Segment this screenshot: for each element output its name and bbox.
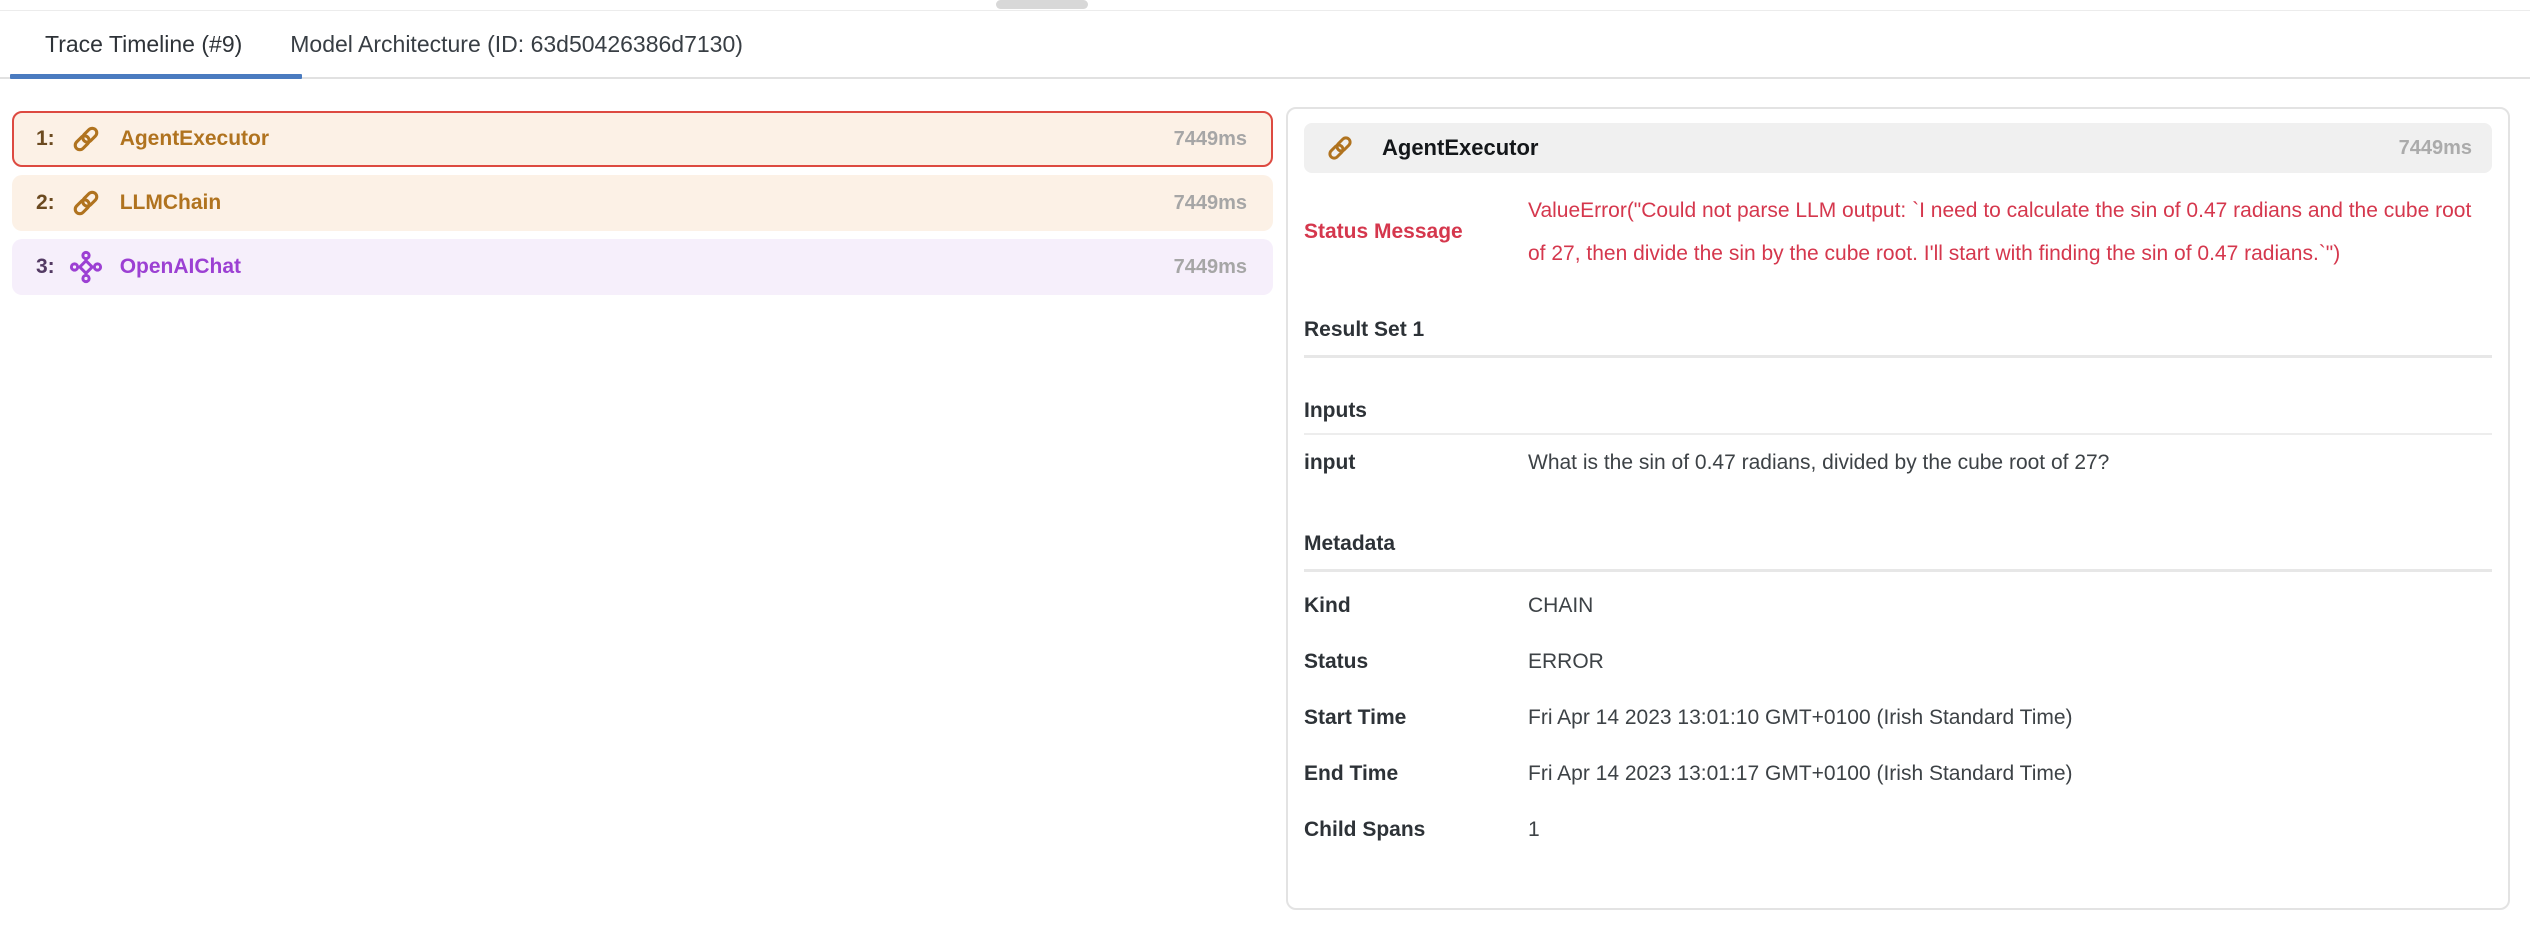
status-message-label: Status Message — [1304, 220, 1528, 244]
metadata-row-end-time: End Time Fri Apr 14 2023 13:01:17 GMT+01… — [1304, 746, 2492, 802]
span-index: 3: — [36, 255, 55, 279]
metadata-value: ERROR — [1528, 650, 2492, 674]
metadata-row-status: Status ERROR — [1304, 634, 2492, 690]
status-message-row: Status Message ValueError("Could not par… — [1304, 189, 2492, 275]
detail-header: AgentExecutor 7449ms — [1304, 123, 2492, 173]
top-scrollbar-fragment — [996, 0, 1088, 9]
span-index: 2: — [36, 191, 55, 215]
span-duration: 7449ms — [1174, 128, 1247, 151]
metadata-key: Status — [1304, 650, 1528, 674]
section-divider — [1304, 355, 2492, 358]
tab-bar: Trace Timeline (#9) Model Architecture (… — [0, 11, 2530, 79]
inputs-heading: Inputs — [1304, 398, 2492, 424]
detail-title: AgentExecutor — [1382, 135, 1538, 161]
section-divider — [1304, 569, 2492, 572]
active-tab-underline — [10, 74, 302, 79]
span-name: LLMChain — [120, 191, 221, 215]
metadata-key: Child Spans — [1304, 818, 1528, 842]
detail-duration: 7449ms — [2399, 137, 2472, 160]
trace-span-list: 1: AgentExecutor 7449ms 2: LLMChain 7449… — [12, 111, 1273, 303]
llm-node-icon — [69, 250, 103, 284]
span-index: 1: — [36, 127, 55, 151]
input-key: input — [1304, 451, 1528, 475]
span-name: OpenAIChat — [120, 255, 241, 279]
metadata-table: Kind CHAIN Status ERROR Start Time Fri A… — [1304, 578, 2492, 858]
chain-link-icon — [69, 186, 103, 220]
metadata-row-kind: Kind CHAIN — [1304, 578, 2492, 634]
status-message-value: ValueError("Could not parse LLM output: … — [1528, 189, 2492, 275]
chain-link-icon — [69, 122, 103, 156]
metadata-value: CHAIN — [1528, 594, 2492, 618]
tab-trace-timeline[interactable]: Trace Timeline (#9) — [45, 31, 242, 58]
input-row: input What is the sin of 0.47 radians, d… — [1304, 435, 2492, 491]
metadata-value: Fri Apr 14 2023 13:01:10 GMT+0100 (Irish… — [1528, 706, 2492, 730]
span-row-agentexecutor[interactable]: 1: AgentExecutor 7449ms — [12, 111, 1273, 167]
span-duration: 7449ms — [1174, 256, 1247, 279]
span-row-llmchain[interactable]: 2: LLMChain 7449ms — [12, 175, 1273, 231]
span-name: AgentExecutor — [120, 127, 269, 151]
metadata-heading: Metadata — [1304, 531, 2492, 557]
span-row-openaichat[interactable]: 3: OpenAIChat 7449ms — [12, 239, 1273, 295]
span-duration: 7449ms — [1174, 192, 1247, 215]
input-value: What is the sin of 0.47 radians, divided… — [1528, 451, 2492, 475]
tab-model-architecture[interactable]: Model Architecture (ID: 63d50426386d7130… — [290, 31, 743, 58]
span-detail-panel: AgentExecutor 7449ms Status Message Valu… — [1286, 107, 2510, 910]
result-set-heading: Result Set 1 — [1304, 317, 2492, 343]
metadata-key: End Time — [1304, 762, 1528, 786]
metadata-row-child-spans: Child Spans 1 — [1304, 802, 2492, 858]
chain-link-icon — [1324, 132, 1356, 164]
metadata-value: 1 — [1528, 818, 2492, 842]
metadata-key: Kind — [1304, 594, 1528, 618]
metadata-key: Start Time — [1304, 706, 1528, 730]
metadata-value: Fri Apr 14 2023 13:01:17 GMT+0100 (Irish… — [1528, 762, 2492, 786]
metadata-row-start-time: Start Time Fri Apr 14 2023 13:01:10 GMT+… — [1304, 690, 2492, 746]
